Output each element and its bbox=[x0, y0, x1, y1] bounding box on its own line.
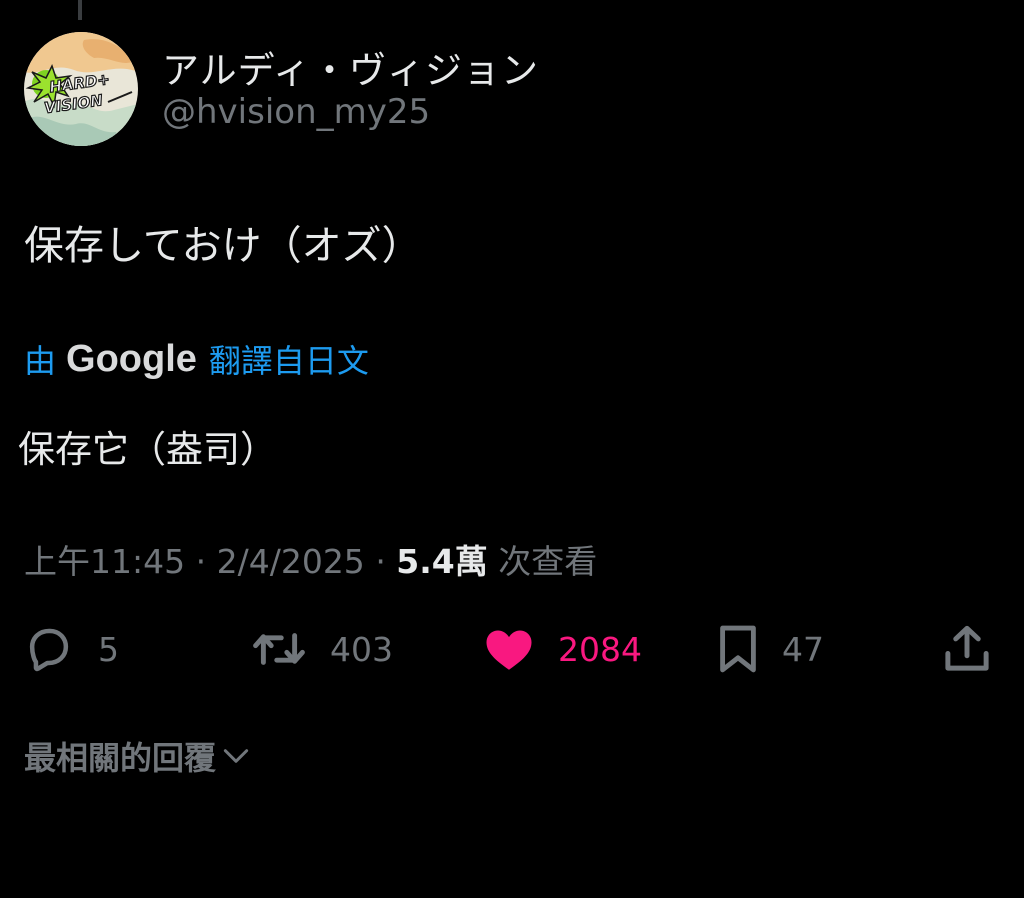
retweet-button[interactable]: 403 bbox=[250, 620, 393, 678]
google-logo: Google bbox=[66, 337, 197, 380]
translation-attribution[interactable]: 由 Google 翻譯自日文 bbox=[24, 333, 369, 385]
views-count: 5.4萬 bbox=[396, 542, 488, 581]
author-handle[interactable]: @hvision_my25 bbox=[162, 92, 430, 132]
share-button[interactable] bbox=[940, 620, 994, 678]
retweet-count: 403 bbox=[330, 629, 393, 669]
tweet-time[interactable]: 上午11:45 bbox=[24, 542, 185, 581]
bookmark-button[interactable]: 47 bbox=[716, 620, 824, 678]
author-display-name[interactable]: アルディ・ヴィジョン bbox=[162, 40, 539, 94]
meta-separator: · bbox=[375, 542, 397, 581]
share-icon bbox=[945, 625, 989, 671]
bookmark-count: 47 bbox=[782, 629, 824, 669]
thread-connector-line bbox=[78, 0, 82, 20]
translated-text: 保存它（盎司） bbox=[18, 428, 277, 471]
tweet-meta: 上午11:45 · 2/4/2025 · 5.4萬 次查看 bbox=[24, 535, 597, 583]
avatar-logo-image: HARD+ VISION bbox=[24, 32, 138, 146]
tweet-text: 保存しておけ（オズ） bbox=[24, 223, 422, 269]
translation-source-language[interactable]: 翻譯自日文 bbox=[209, 336, 369, 382]
reply-count: 5 bbox=[98, 629, 119, 669]
reply-icon bbox=[29, 628, 69, 672]
bookmark-icon bbox=[720, 625, 756, 673]
translation-prefix: 由 bbox=[24, 342, 57, 380]
retweet-icon bbox=[253, 633, 305, 665]
tweet-date[interactable]: 2/4/2025 bbox=[217, 542, 365, 581]
avatar[interactable]: HARD+ VISION bbox=[24, 32, 138, 146]
views-label: 次查看 bbox=[498, 542, 598, 581]
replies-sort-dropdown[interactable]: 最相關的回覆 bbox=[24, 733, 252, 779]
replies-sort-label: 最相關的回覆 bbox=[24, 739, 217, 777]
heart-icon bbox=[486, 630, 532, 670]
like-count: 2084 bbox=[558, 629, 642, 669]
meta-separator: · bbox=[195, 542, 217, 581]
reply-button[interactable]: 5 bbox=[22, 620, 119, 678]
chevron-down-icon bbox=[223, 749, 249, 763]
like-button[interactable]: 2084 bbox=[482, 620, 642, 678]
